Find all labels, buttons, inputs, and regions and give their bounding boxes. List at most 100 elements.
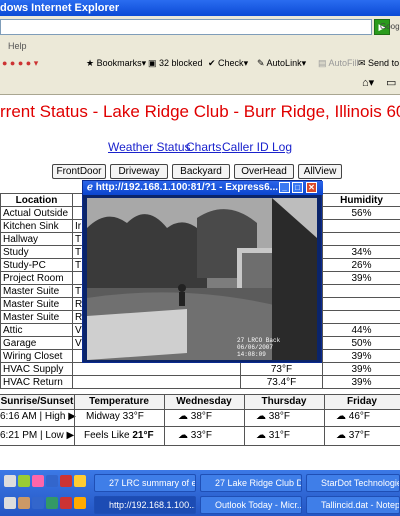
autofill-button[interactable]: ▤ AutoFill bbox=[318, 54, 359, 72]
info-cell bbox=[72, 362, 241, 376]
humidity-cell: 39% bbox=[322, 349, 400, 363]
humidity-cell bbox=[322, 232, 400, 246]
humidity-cell: 50% bbox=[322, 336, 400, 350]
camera-overlay-line3: 14:08:09 bbox=[237, 351, 266, 358]
folder-icon[interactable] bbox=[4, 475, 16, 487]
maximize-button[interactable]: □ bbox=[292, 182, 303, 193]
location-cell: HVAC Return bbox=[0, 375, 73, 389]
caller-id-link[interactable]: Caller ID Log bbox=[222, 140, 292, 154]
cloud-icon: ☁ bbox=[256, 430, 266, 441]
close-button[interactable]: ✕ bbox=[306, 182, 317, 193]
col-humidity: Humidity bbox=[322, 193, 400, 207]
fri-high: ☁ 46°F bbox=[336, 411, 371, 422]
table-row: HVAC Supply 73°F 39% bbox=[0, 362, 400, 376]
popup-blocked-button[interactable]: ▣ 32 blocked bbox=[148, 54, 203, 72]
search-input[interactable]: Goog bbox=[380, 22, 400, 34]
check-button[interactable]: ✔ Check▾ bbox=[208, 54, 248, 72]
task-button[interactable]: Outlook Today - Micr... bbox=[200, 496, 302, 514]
word-icon[interactable] bbox=[32, 497, 44, 509]
location-cell: Master Suite bbox=[0, 284, 73, 298]
location-cell: Kitchen Sink bbox=[0, 219, 73, 233]
blocked-label: 32 blocked bbox=[159, 58, 203, 68]
humidity-cell bbox=[322, 219, 400, 233]
task-button[interactable]: 27 LRC summary of e... bbox=[94, 474, 196, 492]
forecast-row-low: 6:21 PM | Low ▶ Feels Like 21°F ☁ 33°F ☁… bbox=[0, 427, 400, 446]
location-cell: Wiring Closet bbox=[0, 349, 73, 363]
cloud-icon: ☁ bbox=[178, 411, 188, 422]
charts-link[interactable]: Charts bbox=[186, 140, 221, 154]
home-icon[interactable]: ⌂▾ bbox=[362, 76, 374, 89]
humidity-cell: 44% bbox=[322, 323, 400, 337]
location-cell: Master Suite bbox=[0, 310, 73, 324]
autofill-label: AutoFill bbox=[328, 58, 359, 68]
cloud-icon: ☁ bbox=[336, 430, 346, 441]
app-icon[interactable] bbox=[4, 497, 16, 509]
location-cell: Project Room bbox=[0, 271, 73, 285]
location-cell: Garage bbox=[0, 336, 73, 350]
thu-low: ☁ 31°F bbox=[256, 430, 291, 441]
camera-overlay-line1: 27 LRCO Back bbox=[237, 337, 281, 344]
cloud-icon: ☁ bbox=[336, 411, 346, 422]
taskbar: 27 LRC summary of e... 27 Lake Ridge Clu… bbox=[0, 470, 400, 516]
sendto-button[interactable]: ✉ Send to bbox=[358, 54, 399, 72]
cam-driveway-button[interactable]: Driveway bbox=[110, 164, 168, 179]
col-friday: Friday bbox=[346, 396, 377, 407]
temp-cell: 73°F bbox=[240, 362, 323, 376]
app-icon[interactable] bbox=[18, 497, 30, 509]
sunrise-label: 6:16 AM | High ▶ bbox=[0, 411, 76, 422]
humidity-cell: 34% bbox=[322, 245, 400, 259]
thu-high: ☁ 38°F bbox=[256, 411, 291, 422]
address-input[interactable] bbox=[0, 19, 372, 35]
app-icon[interactable] bbox=[18, 475, 30, 487]
cloud-icon: ☁ bbox=[178, 430, 188, 441]
wed-high: ☁ 38°F bbox=[178, 411, 213, 422]
app-icon[interactable] bbox=[74, 497, 86, 509]
task-button[interactable]: http://192.168.1.100... bbox=[94, 496, 196, 514]
col-sun: Sunrise/Sunset bbox=[0, 396, 74, 407]
temp-high: Midway 33°F bbox=[86, 411, 144, 422]
location-cell: Master Suite bbox=[0, 297, 73, 311]
camera-popup-window[interactable]: ℯ http://192.168.1.100:81/?1 - Express6.… bbox=[82, 180, 323, 363]
humidity-cell: 26% bbox=[322, 258, 400, 272]
camera-overlay-line2: 06/06/2007 bbox=[237, 344, 273, 351]
bookmarks-button[interactable]: ★ Bookmarks▾ bbox=[86, 54, 146, 72]
window-titlebar: dows Internet Explorer bbox=[0, 0, 400, 16]
location-cell: Hallway bbox=[0, 232, 73, 246]
location-cell: Actual Outside bbox=[0, 206, 73, 220]
weather-status-link[interactable]: Weather Status bbox=[108, 140, 191, 154]
col-wednesday: Wednesday bbox=[176, 396, 232, 407]
humidity-cell: 56% bbox=[322, 206, 400, 220]
camera-image: 27 LRCO Back 06/06/2007 14:08:09 bbox=[87, 198, 317, 360]
cam-overhead-button[interactable]: OverHead bbox=[234, 164, 294, 179]
toolbar-icons[interactable]: ● ● ● ● ▾ bbox=[2, 54, 38, 72]
task-button[interactable]: 27 Lake Ridge Club D... bbox=[200, 474, 302, 492]
humidity-cell bbox=[322, 284, 400, 298]
location-cell: Attic bbox=[0, 323, 73, 337]
col-location: Location bbox=[0, 193, 73, 207]
popup-titlebar[interactable]: ℯ http://192.168.1.100:81/?1 - Express6.… bbox=[83, 181, 323, 195]
temp-low: Feels Like 21°F bbox=[84, 430, 154, 441]
excel-icon[interactable] bbox=[46, 497, 58, 509]
cam-frontdoor-button[interactable]: FrontDoor bbox=[52, 164, 106, 179]
autolink-button[interactable]: ✎ AutoLink▾ bbox=[257, 54, 306, 72]
task-button[interactable]: StarDot Technologies... bbox=[306, 474, 400, 492]
cam-allview-button[interactable]: AllView bbox=[298, 164, 342, 179]
app-icon[interactable] bbox=[60, 475, 72, 487]
menu-bar: Help bbox=[0, 38, 400, 54]
print-icon[interactable]: ▭ bbox=[386, 76, 396, 89]
humidity-cell bbox=[322, 310, 400, 324]
ie-icon[interactable] bbox=[46, 475, 58, 487]
menu-help[interactable]: Help bbox=[8, 41, 27, 51]
app-icon[interactable] bbox=[32, 475, 44, 487]
autolink-label: AutoLink bbox=[266, 58, 302, 68]
cam-backyard-button[interactable]: Backyard bbox=[172, 164, 230, 179]
app-icon[interactable] bbox=[74, 475, 86, 487]
task-button[interactable]: Tallincid.dat - Notepad bbox=[306, 496, 400, 514]
app-icon[interactable] bbox=[60, 497, 72, 509]
bookmarks-label: Bookmarks bbox=[96, 58, 142, 68]
info-cell bbox=[72, 375, 241, 389]
minimize-button[interactable]: _ bbox=[279, 182, 290, 193]
sunset-label: 6:21 PM | Low ▶ bbox=[0, 430, 75, 441]
popup-title: http://192.168.1.100:81/?1 - Express6... bbox=[95, 182, 279, 193]
location-cell: Study bbox=[0, 245, 73, 259]
